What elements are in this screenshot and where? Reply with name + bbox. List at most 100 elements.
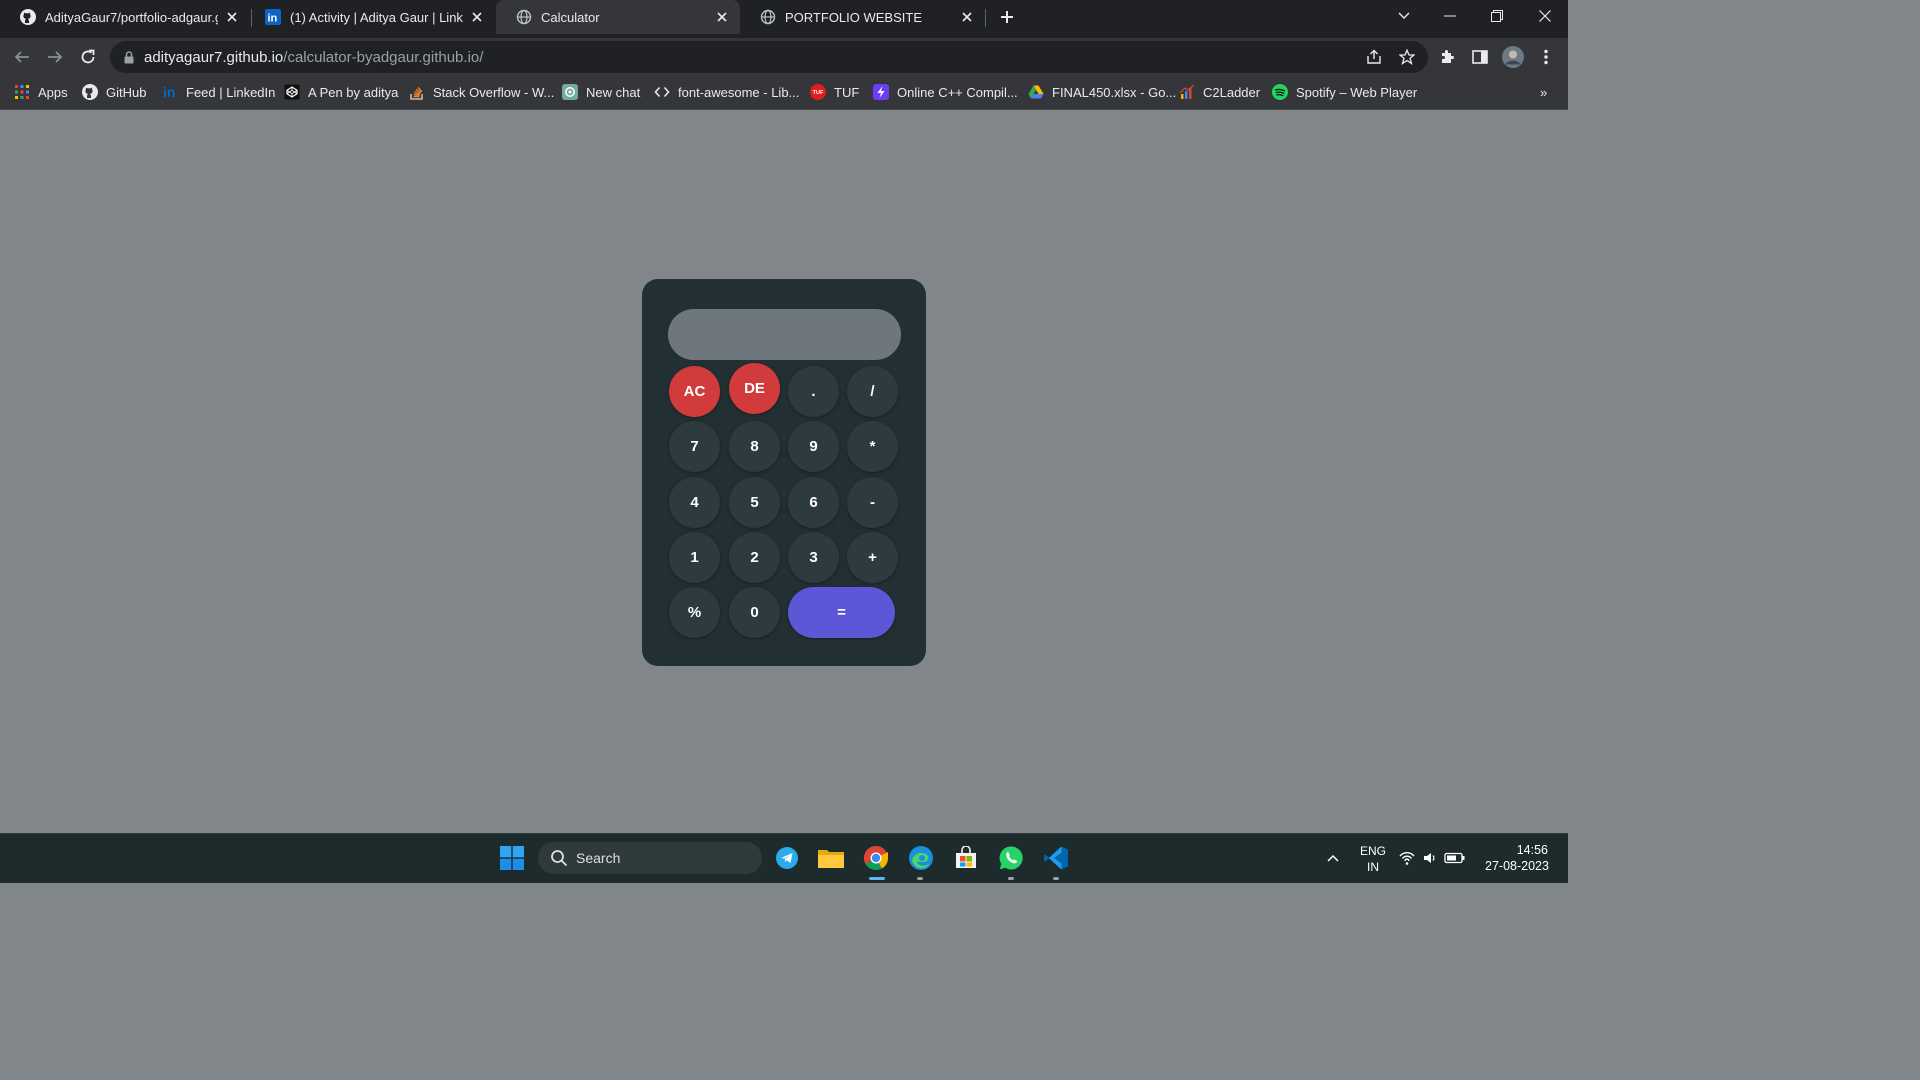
- lock-icon: [124, 50, 134, 63]
- tab-calculator[interactable]: Calculator: [496, 0, 740, 34]
- edge-icon[interactable]: [905, 842, 937, 874]
- side-panel-button[interactable]: [1466, 43, 1494, 71]
- tab-title: (1) Activity | Aditya Gaur | LinkedIn: [290, 9, 463, 25]
- bookmark-final450[interactable]: FINAL450.xlsx - Go...: [1028, 82, 1176, 102]
- clock-date: 27-08-2023: [1485, 859, 1549, 873]
- bookmark-label: Spotify – Web Player: [1296, 84, 1418, 100]
- bookmark-label: font-awesome - Lib...: [678, 84, 800, 100]
- bookmark-c2ladder[interactable]: C2Ladder: [1179, 82, 1260, 102]
- bookmark-star-icon[interactable]: [1396, 46, 1418, 68]
- language-indicator[interactable]: ENG IN: [1355, 843, 1391, 875]
- bookmark-label: Feed | LinkedIn: [186, 84, 276, 100]
- tuf-icon: TUF: [810, 84, 826, 100]
- vscode-icon[interactable]: [1040, 842, 1072, 874]
- close-icon[interactable]: [714, 9, 730, 25]
- codepen-icon: [284, 84, 300, 100]
- menu-button[interactable]: [1532, 43, 1560, 71]
- address-bar[interactable]: adityagaur7.github.io/calculator-byadgau…: [110, 41, 1428, 73]
- tab-search-button[interactable]: [1389, 2, 1419, 30]
- back-button[interactable]: [8, 43, 36, 71]
- close-icon[interactable]: [959, 9, 975, 25]
- bookmark-spotify[interactable]: Spotify – Web Player: [1272, 82, 1417, 102]
- file-explorer-icon[interactable]: [815, 842, 847, 874]
- reload-icon: [81, 49, 95, 64]
- bookmark-label: Stack Overflow - W...: [433, 84, 555, 100]
- clock-time: 14:56: [1516, 843, 1548, 857]
- clock[interactable]: 14:56 27-08-2023: [1478, 842, 1556, 874]
- bookmark-linkedin[interactable]: in Feed | LinkedIn: [162, 82, 275, 102]
- globe-icon: [760, 9, 776, 25]
- bookmark-label: A Pen by aditya: [308, 84, 399, 100]
- tab-separator: [985, 9, 986, 27]
- close-window-button[interactable]: [1530, 2, 1560, 30]
- key-equals[interactable]: =: [788, 587, 895, 638]
- globe-icon: [516, 9, 532, 25]
- bookmark-github[interactable]: GitHub: [82, 82, 146, 102]
- search-icon: [551, 850, 568, 867]
- open-app-indicator: [917, 877, 923, 880]
- close-icon[interactable]: [469, 9, 485, 25]
- key-2[interactable]: 2: [729, 532, 780, 583]
- key-divide[interactable]: /: [847, 366, 898, 417]
- chatgpt-icon: [562, 84, 578, 100]
- tab-portfolio[interactable]: PORTFOLIO WEBSITE: [740, 0, 985, 34]
- bookmark-new-chat[interactable]: New chat: [562, 82, 640, 102]
- bookmark-apps[interactable]: Apps: [14, 82, 68, 102]
- key-multiply[interactable]: *: [847, 421, 898, 472]
- forward-button[interactable]: [41, 43, 69, 71]
- bookmark-label: Apps: [38, 84, 68, 100]
- minimize-button[interactable]: [1435, 2, 1465, 30]
- more-bookmarks-button[interactable]: »: [1540, 82, 1547, 102]
- key-5[interactable]: 5: [729, 477, 780, 528]
- open-app-indicator: [1008, 877, 1014, 880]
- telegram-icon[interactable]: [771, 842, 803, 874]
- tab-linkedin[interactable]: in (1) Activity | Aditya Gaur | LinkedIn: [245, 0, 495, 34]
- system-tray-status[interactable]: [1396, 842, 1468, 874]
- github-icon: [20, 9, 36, 25]
- arrow-left-icon: [14, 51, 29, 63]
- bookmark-online-cpp[interactable]: Online C++ Compil...: [873, 82, 1018, 102]
- bookmark-font-awesome[interactable]: font-awesome - Lib...: [654, 82, 799, 102]
- key-0[interactable]: 0: [729, 587, 780, 638]
- extensions-button[interactable]: [1433, 43, 1461, 71]
- chart-icon: [1179, 84, 1195, 100]
- calculator-display[interactable]: [668, 309, 901, 360]
- bookmark-tuf[interactable]: TUF TUF: [810, 82, 859, 102]
- tab-github[interactable]: AdityaGaur7/portfolio-adgaur.github.io: [0, 0, 250, 34]
- restore-button[interactable]: [1482, 2, 1512, 30]
- chevron-up-icon[interactable]: [1317, 842, 1349, 874]
- key-add[interactable]: +: [847, 532, 898, 583]
- reload-button[interactable]: [74, 43, 102, 71]
- key-6[interactable]: 6: [788, 477, 839, 528]
- key-1[interactable]: 1: [669, 532, 720, 583]
- key-7[interactable]: 7: [669, 421, 720, 472]
- key-all-clear[interactable]: AC: [669, 366, 720, 417]
- bookmark-label: TUF: [834, 84, 860, 100]
- share-icon[interactable]: [1363, 46, 1385, 68]
- key-9[interactable]: 9: [788, 421, 839, 472]
- key-percent[interactable]: %: [669, 587, 720, 638]
- key-3[interactable]: 3: [788, 532, 839, 583]
- key-subtract[interactable]: -: [847, 477, 898, 528]
- bookmark-stackoverflow[interactable]: Stack Overflow - W...: [409, 82, 554, 102]
- tab-title: PORTFOLIO WEBSITE: [785, 9, 923, 25]
- windows-start-icon[interactable]: [496, 842, 528, 874]
- key-decimal[interactable]: .: [788, 366, 839, 417]
- close-icon[interactable]: [224, 9, 240, 25]
- taskbar-search[interactable]: Search: [538, 842, 762, 874]
- chrome-icon[interactable]: [860, 842, 892, 874]
- taskbar: Search ENG IN 14:56 27-08-2023: [0, 833, 1568, 883]
- key-4[interactable]: 4: [669, 477, 720, 528]
- linkedin-icon: in: [162, 84, 178, 100]
- avatar-icon: [1502, 46, 1524, 68]
- microsoft-store-icon[interactable]: [950, 842, 982, 874]
- key-delete[interactable]: DE: [729, 363, 780, 414]
- bookmark-label: FINAL450.xlsx - Go...: [1052, 84, 1177, 100]
- whatsapp-icon[interactable]: [995, 842, 1027, 874]
- profile-avatar[interactable]: [1499, 43, 1527, 71]
- apps-grid-icon: [14, 84, 30, 100]
- bookmark-codepen[interactable]: A Pen by aditya: [284, 82, 398, 102]
- key-8[interactable]: 8: [729, 421, 780, 472]
- new-tab-button[interactable]: [996, 6, 1018, 28]
- active-app-indicator: [869, 877, 885, 880]
